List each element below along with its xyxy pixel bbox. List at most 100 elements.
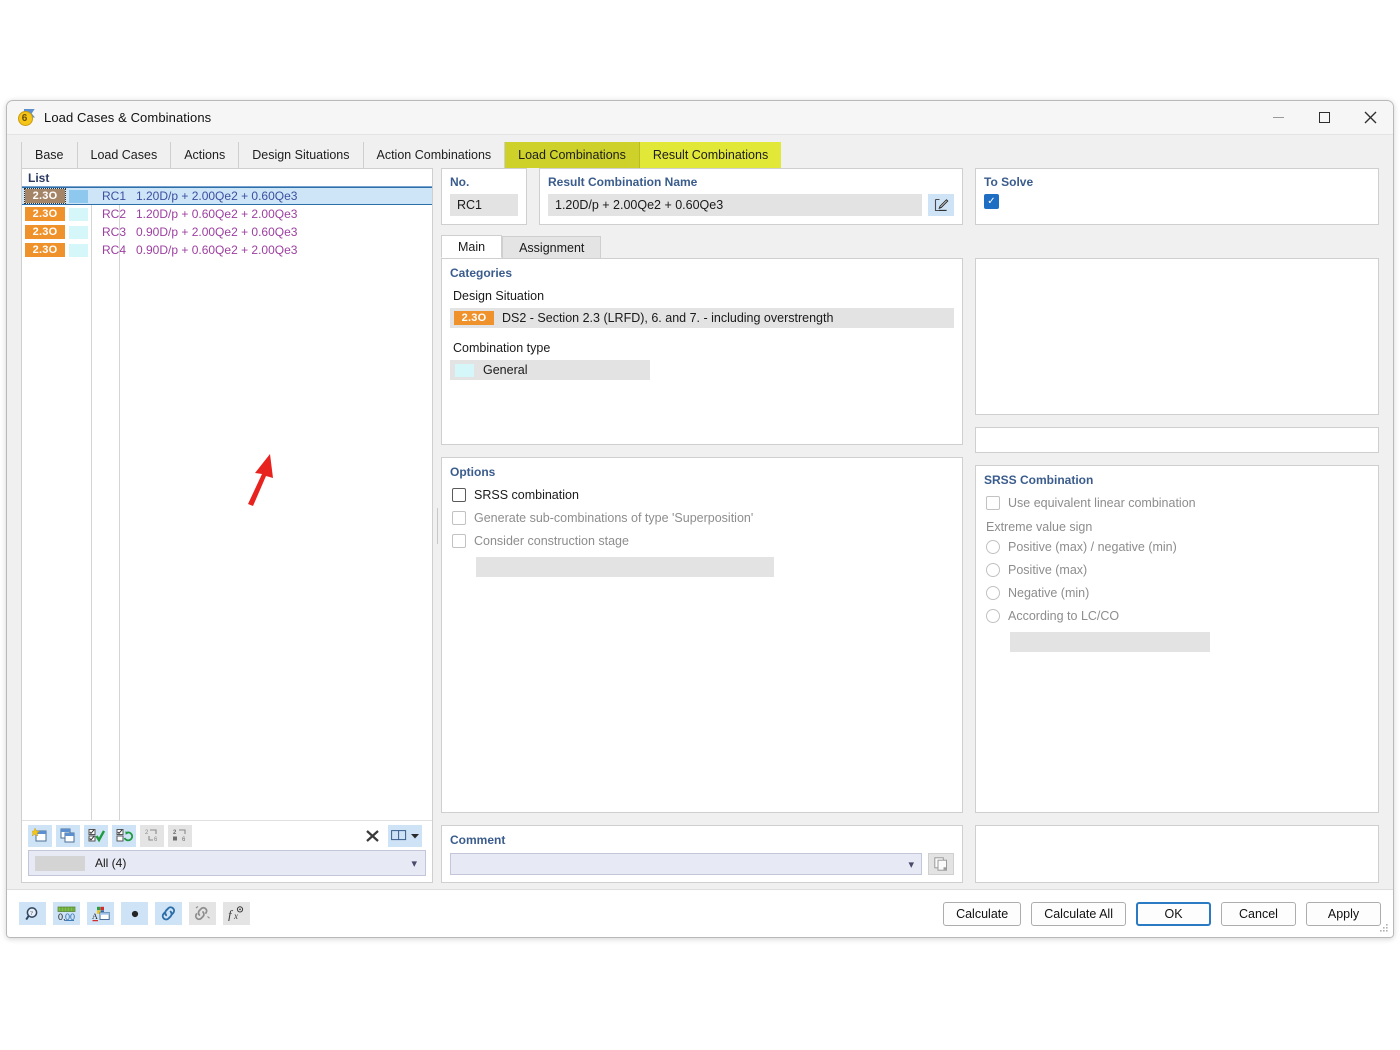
tab-result-combinations[interactable]: Result Combinations bbox=[639, 142, 782, 168]
select-all-button[interactable] bbox=[84, 824, 108, 847]
tab-action-combinations[interactable]: Action Combinations bbox=[364, 142, 506, 168]
comment-input[interactable]: ▾ bbox=[450, 853, 922, 875]
radio-icon bbox=[986, 540, 1000, 554]
link-icon bbox=[161, 906, 175, 921]
design-situation-badge: 2.3O bbox=[25, 207, 65, 221]
radio-positive-max-negative-min[interactable]: Positive (max) / negative (min) bbox=[986, 540, 1370, 554]
colors-button[interactable]: A bbox=[87, 902, 114, 925]
detail-left-column: Categories Design Situation 2.3O DS2 - S… bbox=[441, 258, 963, 883]
detail-top-fields: No. RC1 Result Combination Name 1.20D/p … bbox=[441, 168, 1379, 225]
tab-label: Result Combinations bbox=[652, 148, 769, 162]
sort-button[interactable]: 2 6 bbox=[168, 824, 192, 847]
tab-load-combinations[interactable]: Load Combinations bbox=[505, 142, 640, 168]
combination-list[interactable]: 2.3O RC1 1.20D/p + 2.00Qe2 + 0.60Qe3 2.3… bbox=[22, 187, 432, 820]
radio-positive-max[interactable]: Positive (max) bbox=[986, 563, 1370, 577]
to-solve-label: To Solve bbox=[984, 175, 1034, 189]
combination-no-field: No. RC1 bbox=[441, 168, 527, 225]
srss-combination-option[interactable]: SRSS combination bbox=[452, 488, 954, 502]
tab-label: Action Combinations bbox=[376, 148, 492, 162]
title-bar: 6 Load Cases & Combinations bbox=[7, 101, 1393, 135]
list-filter-dropdown[interactable]: All (4) ▾ bbox=[28, 850, 426, 876]
srss-combination-panel: SRSS Combination Use equivalent linear c… bbox=[975, 465, 1379, 813]
new-combination-button[interactable] bbox=[28, 824, 52, 847]
combination-description: 0.90D/p + 2.00Qe2 + 0.60Qe3 bbox=[136, 225, 298, 239]
combination-type-value-row[interactable]: General bbox=[450, 360, 650, 380]
calculate-all-button[interactable]: Calculate All bbox=[1031, 901, 1126, 926]
list-row-rc2[interactable]: 2.3O RC2 1.20D/p + 0.60Qe2 + 2.00Qe3 bbox=[22, 205, 432, 223]
comment-label: Comment bbox=[450, 833, 506, 847]
combination-description: 0.90D/p + 0.60Qe2 + 2.00Qe3 bbox=[136, 243, 298, 257]
svg-text:x: x bbox=[233, 911, 238, 921]
search-button[interactable]: ? bbox=[19, 902, 46, 925]
number-format-button[interactable]: 0, 00 bbox=[53, 902, 80, 925]
tab-load-cases[interactable]: Load Cases bbox=[78, 142, 172, 168]
delete-button[interactable] bbox=[360, 825, 384, 847]
checkbox-icon bbox=[452, 511, 466, 525]
maximize-button[interactable] bbox=[1301, 101, 1347, 134]
tab-label: Assignment bbox=[519, 240, 585, 255]
table-view-dropdown-icon bbox=[411, 833, 419, 838]
cancel-button[interactable]: Cancel bbox=[1221, 901, 1296, 926]
radio-negative-min[interactable]: Negative (min) bbox=[986, 586, 1370, 600]
load-cases-combinations-dialog: 6 Load Cases & Combinations Base Load Ca… bbox=[6, 100, 1394, 938]
comment-copy-button[interactable] bbox=[928, 853, 954, 875]
svg-text:6: 6 bbox=[182, 837, 186, 843]
list-toolbar: 2 6 2 6 bbox=[22, 820, 432, 850]
ok-button[interactable]: OK bbox=[1136, 901, 1211, 926]
tab-main[interactable]: Main bbox=[441, 235, 503, 258]
duplicate-combination-icon bbox=[60, 828, 75, 843]
combination-type-swatch bbox=[69, 225, 88, 239]
combination-list-panel: List 2.3O RC1 1.20D/p + 2.00Qe2 + 0.60Qe… bbox=[21, 168, 433, 883]
apply-button[interactable]: Apply bbox=[1306, 901, 1381, 926]
edit-pencil-icon bbox=[934, 198, 948, 211]
list-row-rc1[interactable]: 2.3O RC1 1.20D/p + 2.00Qe2 + 0.60Qe3 bbox=[22, 187, 432, 205]
formula-button[interactable]: f x bbox=[223, 902, 250, 925]
construction-stage-select[interactable] bbox=[476, 557, 774, 577]
window-controls bbox=[1255, 101, 1393, 134]
duplicate-combination-button[interactable] bbox=[56, 824, 80, 847]
list-row-rc4[interactable]: 2.3O RC4 0.90D/p + 0.60Qe2 + 2.00Qe3 bbox=[22, 241, 432, 259]
renumber-button[interactable]: 2 6 bbox=[140, 824, 164, 847]
invert-selection-button[interactable] bbox=[112, 824, 136, 847]
name-edit-button[interactable] bbox=[928, 194, 954, 216]
use-equivalent-linear-combination-option[interactable]: Use equivalent linear combination bbox=[986, 496, 1370, 510]
table-view-button[interactable] bbox=[388, 824, 422, 847]
consider-construction-stage-option[interactable]: Consider construction stage bbox=[452, 534, 954, 548]
options-panel: Options SRSS combination Generate sub-co… bbox=[441, 457, 963, 813]
tab-actions[interactable]: Actions bbox=[171, 142, 240, 168]
radio-icon bbox=[986, 563, 1000, 577]
close-button[interactable] bbox=[1347, 101, 1393, 134]
tab-design-situations[interactable]: Design Situations bbox=[239, 142, 364, 168]
tab-assignment[interactable]: Assignment bbox=[502, 236, 602, 258]
app-badge-icon: 6 bbox=[17, 108, 35, 127]
new-combination-icon bbox=[32, 828, 47, 842]
point-button[interactable] bbox=[121, 902, 148, 925]
comment-panel: Comment ▾ bbox=[441, 825, 963, 883]
combination-name-field: Result Combination Name 1.20D/p + 2.00Qe… bbox=[539, 168, 963, 225]
generate-subcombinations-option[interactable]: Generate sub-combinations of type 'Super… bbox=[452, 511, 954, 525]
minimize-button[interactable] bbox=[1255, 101, 1301, 134]
invert-selection-icon bbox=[116, 829, 133, 842]
combination-type-swatch bbox=[69, 189, 88, 203]
option-label: SRSS combination bbox=[474, 488, 579, 502]
to-solve-checkbox[interactable]: ✓ bbox=[984, 194, 999, 209]
tab-label: Base bbox=[35, 148, 64, 162]
no-input[interactable]: RC1 bbox=[450, 194, 518, 216]
combination-type-swatch bbox=[69, 207, 88, 221]
combination-type-swatch bbox=[455, 363, 474, 377]
tab-base[interactable]: Base bbox=[21, 142, 78, 168]
panel-splitter[interactable] bbox=[433, 168, 441, 883]
link-button[interactable] bbox=[155, 902, 182, 925]
name-input[interactable]: 1.20D/p + 2.00Qe2 + 0.60Qe3 bbox=[548, 194, 922, 216]
design-situation-label: Design Situation bbox=[453, 289, 545, 303]
unlink-button[interactable] bbox=[189, 902, 216, 925]
list-row-rc3[interactable]: 2.3O RC3 0.90D/p + 2.00Qe2 + 0.60Qe3 bbox=[22, 223, 432, 241]
radio-according-to-lc-co[interactable]: According to LC/CO bbox=[986, 609, 1370, 623]
radio-icon bbox=[986, 609, 1000, 623]
resize-grip-icon[interactable] bbox=[1378, 922, 1390, 934]
design-situation-value-row[interactable]: 2.3O DS2 - Section 2.3 (LRFD), 6. and 7.… bbox=[450, 308, 954, 328]
design-situation-badge: 2.3O bbox=[24, 188, 66, 204]
combination-type-label: Combination type bbox=[453, 341, 551, 355]
calculate-button[interactable]: Calculate bbox=[943, 901, 1022, 926]
lc-co-select[interactable] bbox=[1010, 632, 1210, 652]
